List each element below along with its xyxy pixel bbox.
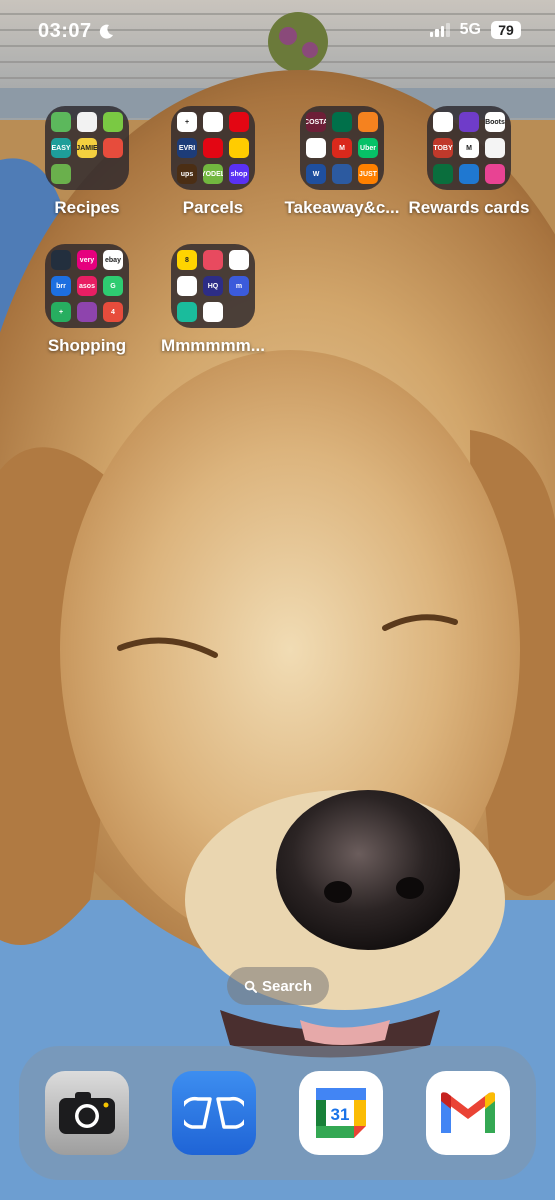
- jamie-oliver-app-icon: JAMIE: [77, 138, 97, 158]
- cellular-signal-icon: [429, 23, 450, 37]
- camera-icon: [59, 1092, 115, 1134]
- grid-app-icon: [332, 164, 352, 184]
- royal-mail-app-icon: [229, 112, 249, 132]
- drop-app-icon: [203, 112, 223, 132]
- kfc-app-icon: [306, 138, 326, 158]
- battery-icon: 79: [491, 21, 521, 39]
- status-time: 03:07: [38, 20, 114, 43]
- bowl-app-icon: [77, 112, 97, 132]
- mcdonalds-app-icon: M: [332, 138, 352, 158]
- status-indicators: 5G 79: [429, 21, 521, 39]
- toby-app-icon: TOBY: [433, 138, 453, 158]
- ebay-app-icon: ebay: [103, 250, 123, 270]
- folder-mmmmmm[interactable]: 8 HQ m Mmmmmm...: [158, 244, 268, 356]
- basket-app-icon: [51, 112, 71, 132]
- dock-gmail-app[interactable]: [426, 1071, 510, 1155]
- calendar-day: 31: [331, 1105, 350, 1124]
- just-eat-app-icon: JUST: [358, 164, 378, 184]
- folder-tile[interactable]: + EVRI ups YODEL shop: [171, 106, 255, 190]
- folder-label: Parcels: [182, 198, 244, 217]
- leaf-app-icon: [229, 250, 249, 270]
- eight-app-icon: 8: [177, 250, 197, 270]
- folder-takeaway[interactable]: COSTA M Uber W JUST Takeaway&c...: [284, 106, 400, 218]
- asos-app-icon: asos: [77, 276, 97, 296]
- starbucks-app-icon: [332, 112, 352, 132]
- easy-meals-app-icon: EASY: [51, 138, 71, 158]
- green-card-app-icon: [433, 164, 453, 184]
- target-app-icon: [177, 302, 197, 322]
- four-app-icon: 4: [103, 302, 123, 322]
- heart-app-icon: [103, 112, 123, 132]
- m-app-icon: M: [459, 138, 479, 158]
- dock-camera-app[interactable]: [45, 1071, 129, 1155]
- post-office-app-icon: [203, 138, 223, 158]
- network-type: 5G: [459, 21, 481, 38]
- folder-tile[interactable]: 8 HQ m: [171, 244, 255, 328]
- folder-tile[interactable]: very ebay brr asos G +4: [45, 244, 129, 328]
- folder-label: Mmmmmm...: [161, 336, 265, 355]
- wetherspoons-app-icon: W: [306, 164, 326, 184]
- argos-app-icon: brr: [51, 276, 71, 296]
- folder-label: Shopping: [47, 336, 127, 355]
- dhl-app-icon: [229, 138, 249, 158]
- folder-tile[interactable]: EASY JAMIE: [45, 106, 129, 190]
- plus-green-app-icon: +: [51, 302, 71, 322]
- folder-tile[interactable]: COSTA M Uber W JUST: [300, 106, 384, 190]
- card-app-icon: [485, 138, 505, 158]
- moon-icon: [99, 24, 113, 39]
- green-basket-app-icon: [51, 164, 71, 184]
- g-app-icon: G: [103, 276, 123, 296]
- boots-advantage-app-icon: Boots: [485, 112, 505, 132]
- dock-authenticator-app[interactable]: [172, 1071, 256, 1155]
- folder-parcels[interactable]: + EVRI ups YODEL shop Parcels: [158, 106, 268, 218]
- search-label: Search: [261, 977, 313, 995]
- very-app-icon: very: [77, 250, 97, 270]
- swirl-app-icon: [203, 250, 223, 270]
- costa-app-icon: COSTA: [306, 112, 326, 132]
- search-icon: [244, 980, 257, 993]
- m-blue-app-icon: m: [229, 276, 249, 296]
- pin-app-icon: [177, 276, 197, 296]
- yodel-app-icon: YODEL: [203, 164, 223, 184]
- uber-eats-app-icon: Uber: [358, 138, 378, 158]
- shop-app-icon: shop: [229, 164, 249, 184]
- colour-app-icon: [77, 302, 97, 322]
- evri-app-icon: EVRI: [177, 138, 197, 158]
- hq-app-icon: HQ: [203, 276, 223, 296]
- dock-google-calendar-app[interactable]: 31: [299, 1071, 383, 1155]
- calendar-icon: 31: [316, 1088, 366, 1138]
- gmail-icon: [441, 1092, 495, 1133]
- ups-app-icon: ups: [177, 164, 197, 184]
- berry-app-icon: [103, 138, 123, 158]
- dual-loop-icon: [184, 1096, 244, 1129]
- folder-shopping[interactable]: very ebay brr asos G +4 Shopping: [32, 244, 142, 356]
- folder-label: Takeaway&c...: [284, 198, 400, 217]
- status-bar: 03:07 5G 79: [0, 0, 555, 62]
- amazon-app-icon: [51, 250, 71, 270]
- bubble-app-icon: [459, 112, 479, 132]
- boots-app-icon: [433, 112, 453, 132]
- diamond-app-icon: [485, 164, 505, 184]
- time-text: 03:07: [38, 20, 92, 42]
- folder-label: Recipes: [54, 198, 120, 217]
- plus-app-icon: +: [177, 112, 197, 132]
- spotlight-search-button[interactable]: Search: [227, 967, 329, 1005]
- folder-recipes[interactable]: EASY JAMIE Recipes: [32, 106, 142, 218]
- home-app-icon: [358, 112, 378, 132]
- folder-label: Rewards cards: [408, 198, 530, 217]
- folder-rewards-cards[interactable]: Boots TOBY M Rewards cards: [406, 106, 532, 218]
- shield-app-icon: [203, 302, 223, 322]
- folder-tile[interactable]: Boots TOBY M: [427, 106, 511, 190]
- flower-app-icon: [459, 164, 479, 184]
